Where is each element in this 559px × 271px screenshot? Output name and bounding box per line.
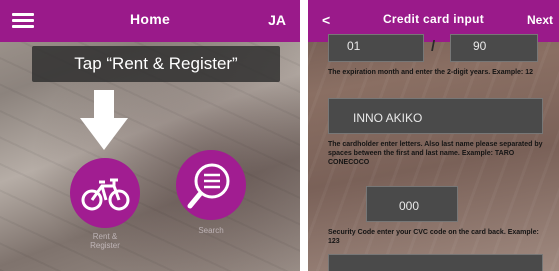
rent-register-label: Rent & Register — [90, 232, 120, 250]
expiry-month-field[interactable]: 01 — [328, 34, 424, 62]
expiry-year-field[interactable]: 90 — [450, 34, 538, 62]
down-arrow-icon — [80, 90, 128, 150]
cvc-help-text: Security Code enter your CVC code on the… — [328, 229, 539, 245]
cardholder-name-field[interactable]: INNO AKIKO — [328, 98, 543, 134]
cvc-field[interactable]: 000 — [366, 186, 458, 222]
search-button[interactable] — [176, 150, 246, 220]
panel-divider — [300, 0, 308, 271]
search-label: Search — [198, 226, 224, 235]
next-button[interactable]: Next — [527, 13, 553, 27]
expiry-separator: / — [431, 38, 436, 55]
cardholder-help-text: The cardholder enter letters. Also last … — [328, 141, 543, 166]
page-title: Home — [129, 11, 171, 27]
rent-register-button[interactable] — [70, 158, 140, 228]
expiry-help-text: The expiration month and enter the 2-dig… — [328, 69, 533, 76]
bicycle-icon — [81, 178, 130, 211]
instruction-banner: Tap “Rent & Register” — [32, 46, 280, 82]
language-toggle[interactable]: JA — [268, 12, 286, 28]
search-icon — [187, 163, 230, 209]
page-title: Credit card input — [382, 12, 485, 26]
credit-card-screen: < Credit card input Next 01 / 90 The exp… — [308, 0, 559, 271]
next-field-partial[interactable] — [328, 254, 543, 271]
home-screen: Home JA Tap “Rent & Register” Rent & Reg… — [0, 0, 300, 271]
home-header: Home JA — [0, 0, 300, 42]
